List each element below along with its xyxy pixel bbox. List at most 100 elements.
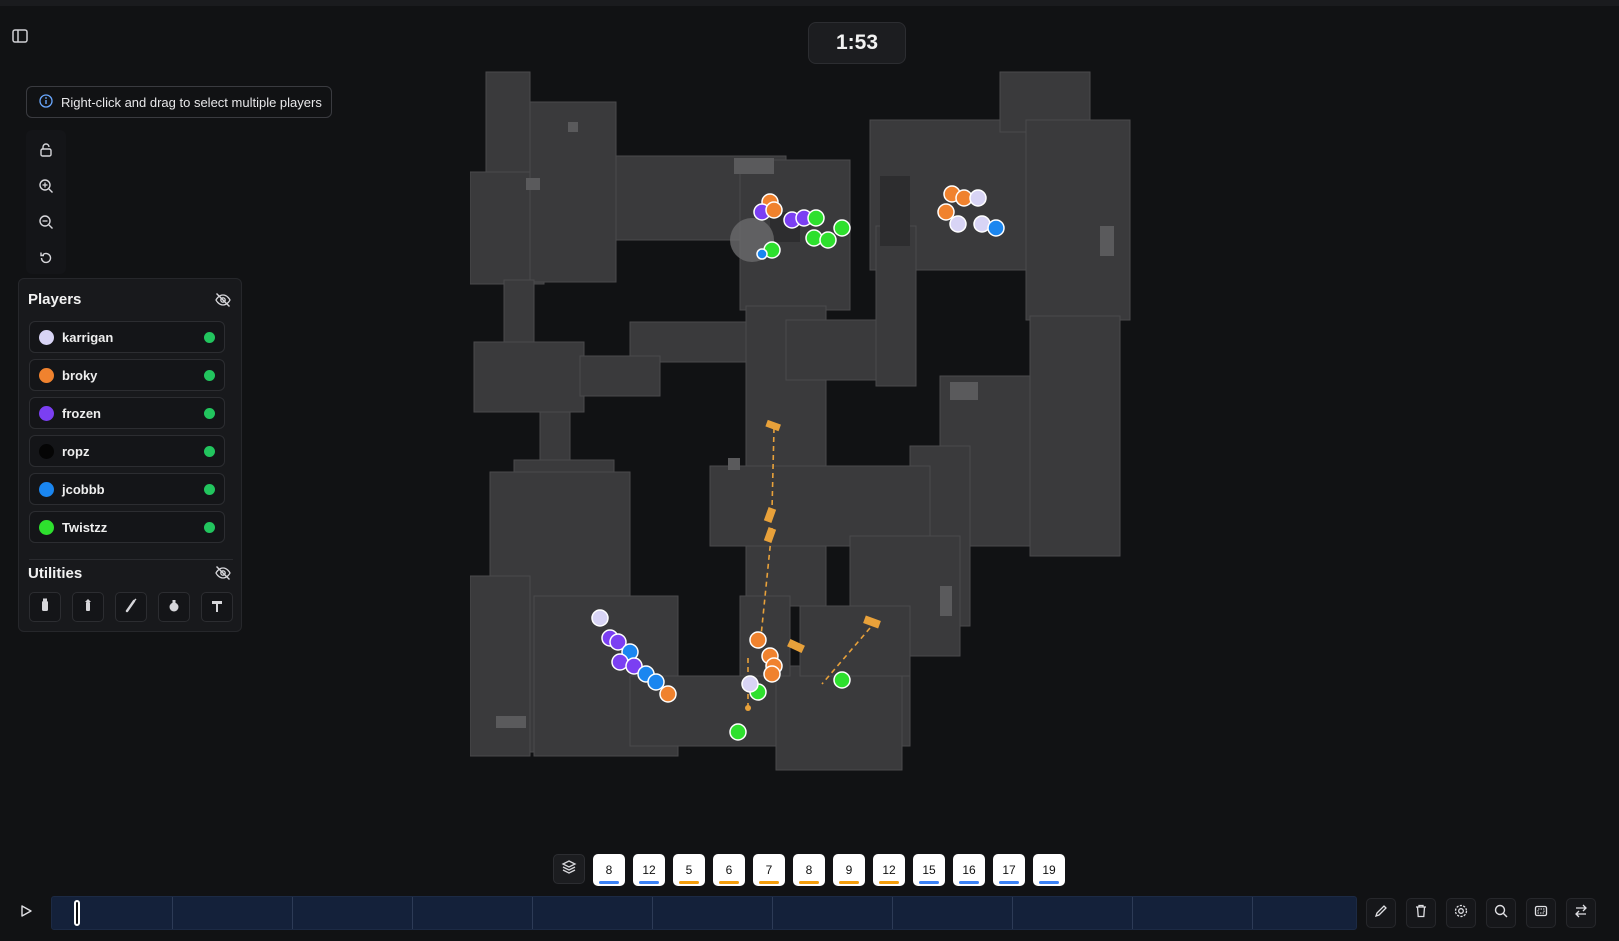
round-side-bar (919, 881, 939, 884)
round-button[interactable]: 12 (633, 854, 665, 886)
round-button[interactable]: 12 (873, 854, 905, 886)
round-number: 6 (725, 863, 733, 877)
round-button[interactable]: 15 (913, 854, 945, 886)
hide-utilities-icon[interactable] (214, 564, 232, 582)
player-status-dot (204, 408, 215, 419)
player-row-broky[interactable]: broky (29, 359, 225, 391)
round-button[interactable]: 9 (833, 854, 865, 886)
round-side-bar (759, 881, 779, 884)
player-color-dot (39, 368, 54, 383)
hint-text: Right-click and drag to select multiple … (61, 94, 322, 110)
map-canvas[interactable] (469, 66, 1170, 796)
timeline-tick (652, 897, 653, 929)
swap-icon (1573, 903, 1589, 924)
player-name: Twistzz (62, 520, 108, 535)
unlock-icon[interactable] (36, 140, 56, 160)
smoke-grenade-icon (38, 597, 52, 618)
layers-icon (561, 859, 577, 880)
panel-divider (29, 559, 233, 560)
map-toolbar (26, 130, 66, 274)
top-bar (0, 0, 1619, 6)
molotov-button[interactable] (115, 592, 147, 622)
player-name: karrigan (62, 330, 114, 345)
sidebar-panel: Players karrigan broky frozen ropz jcobb… (18, 278, 242, 632)
round-side-bar (959, 881, 979, 884)
round-button[interactable]: 8 (593, 854, 625, 886)
round-button[interactable]: 7 (753, 854, 785, 886)
search-button[interactable] (1486, 898, 1516, 928)
decoy-icon (210, 597, 224, 618)
flashbang-button[interactable] (72, 592, 104, 622)
round-side-bar (799, 881, 819, 884)
swap-button[interactable] (1566, 898, 1596, 928)
round-number: 15 (922, 863, 936, 877)
round-button[interactable]: 17 (993, 854, 1025, 886)
round-button[interactable]: 19 (1033, 854, 1065, 886)
round-side-bar (839, 881, 859, 884)
player-row-twistzz[interactable]: Twistzz (29, 511, 225, 543)
play-icon (19, 904, 33, 923)
timeline-tick (772, 897, 773, 929)
round-number: 8 (605, 863, 613, 877)
player-color-dot (39, 520, 54, 535)
he-grenade-button[interactable] (158, 592, 190, 622)
decoy-button[interactable] (201, 592, 233, 622)
player-color-dot (39, 444, 54, 459)
delete-button[interactable] (1406, 898, 1436, 928)
timeline-tick (412, 897, 413, 929)
player-name: ropz (62, 444, 90, 459)
player-status-dot (204, 370, 215, 381)
round-button[interactable]: 16 (953, 854, 985, 886)
timeline-scrubber-handle[interactable] (74, 900, 80, 926)
player-row-frozen[interactable]: frozen (29, 397, 225, 429)
player-color-dot (39, 482, 54, 497)
round-side-bar (999, 881, 1019, 884)
flashbang-icon (81, 597, 95, 618)
player-status-dot (204, 484, 215, 495)
smoke-grenade-button[interactable] (29, 592, 61, 622)
player-name: frozen (62, 406, 101, 421)
round-side-bar (639, 881, 659, 884)
player-status-dot (204, 332, 215, 343)
round-number: 7 (765, 863, 773, 877)
player-row-jcobbb[interactable]: jcobbb (29, 473, 225, 505)
timeline-tick (1012, 897, 1013, 929)
player-color-dot (39, 330, 54, 345)
round-number: 17 (1002, 863, 1016, 877)
round-number: 8 (805, 863, 813, 877)
he-grenade-icon (167, 597, 181, 618)
player-status-dot (204, 446, 215, 457)
sidebar-toggle-icon[interactable] (10, 26, 30, 46)
draw-button[interactable] (1366, 898, 1396, 928)
selection-button[interactable] (1526, 898, 1556, 928)
zoom-in-icon[interactable] (36, 176, 56, 196)
playback-timeline[interactable] (51, 896, 1357, 930)
round-timer: 1:53 (808, 22, 906, 64)
reset-icon[interactable] (36, 248, 56, 268)
settings-button[interactable] (1446, 898, 1476, 928)
round-number: 12 (882, 863, 896, 877)
round-button[interactable]: 5 (673, 854, 705, 886)
selection-icon (1533, 903, 1549, 924)
selection-hint: Right-click and drag to select multiple … (26, 86, 332, 118)
round-side-bar (719, 881, 739, 884)
round-side-bar (599, 881, 619, 884)
play-button[interactable] (14, 901, 38, 925)
timeline-tick (292, 897, 293, 929)
round-number: 19 (1042, 863, 1056, 877)
player-name: broky (62, 368, 98, 383)
zoom-out-icon[interactable] (36, 212, 56, 232)
hide-players-icon[interactable] (214, 291, 232, 309)
round-number: 16 (962, 863, 976, 877)
round-button[interactable]: 6 (713, 854, 745, 886)
timeline-tick (532, 897, 533, 929)
player-row-karrigan[interactable]: karrigan (29, 321, 225, 353)
layers-button[interactable] (553, 854, 585, 884)
players-heading: Players (28, 291, 82, 308)
molotov-icon (124, 597, 138, 618)
player-row-ropz[interactable]: ropz (29, 435, 225, 467)
round-button[interactable]: 8 (793, 854, 825, 886)
timeline-tick (1132, 897, 1133, 929)
timeline-tick (172, 897, 173, 929)
search-icon (1493, 903, 1509, 924)
